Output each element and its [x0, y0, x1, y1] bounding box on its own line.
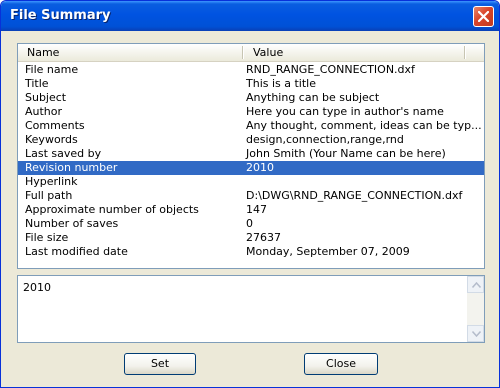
row-name: Comments: [25, 119, 85, 132]
set-button[interactable]: Set: [124, 353, 196, 375]
row-value: 147: [246, 203, 267, 216]
scroll-down-arrow-icon: [472, 331, 481, 337]
row-name: Subject: [25, 91, 67, 104]
dialog-body: Name Value File name RND_RANGE_CONNECTION…: [3, 31, 497, 387]
scroll-up-arrow-icon: [472, 282, 481, 288]
list-row[interactable]: Full path D:\DWG\RND_RANGE_CONNECTION.dxf: [18, 189, 484, 203]
list-row[interactable]: Title This is a title: [18, 77, 484, 91]
column-header-name[interactable]: Name: [27, 46, 59, 60]
list-row[interactable]: Number of saves 0: [18, 217, 484, 231]
window-title: File Summary: [10, 8, 111, 23]
row-value: This is a title: [246, 77, 317, 90]
scroll-down-button[interactable]: [467, 325, 484, 342]
vertical-scrollbar[interactable]: [467, 276, 484, 342]
list-row[interactable]: Hyperlink: [18, 175, 484, 189]
row-name: Title: [25, 77, 49, 90]
row-name: File size: [25, 231, 69, 244]
list-header: Name Value: [18, 44, 484, 62]
row-value: RND_RANGE_CONNECTION.dxf: [246, 63, 415, 76]
title-bar[interactable]: File Summary: [1, 1, 499, 31]
list-row[interactable]: File size 27637: [18, 231, 484, 245]
row-name: Number of saves: [25, 217, 119, 230]
list-row[interactable]: Last modified date Monday, September 07, …: [18, 245, 484, 259]
row-name: Hyperlink: [25, 175, 78, 188]
row-value: John Smith (Your Name can be here): [246, 147, 446, 160]
file-summary-window: File Summary Name Value File name RND_RAN…: [0, 0, 500, 388]
scroll-up-button[interactable]: [467, 276, 484, 293]
summary-list[interactable]: Name Value File name RND_RANGE_CONNECTION…: [17, 43, 485, 269]
row-value: design,connection,range,rnd: [246, 133, 404, 146]
row-name: Revision number: [25, 161, 118, 174]
close-button[interactable]: Close: [304, 353, 378, 375]
list-rows: File name RND_RANGE_CONNECTION.dxf Title Th…: [18, 63, 484, 259]
value-editor-text[interactable]: 2010: [23, 281, 51, 294]
row-value: Monday, September 07, 2009: [246, 245, 410, 258]
list-row[interactable]: Approximate number of objects 147: [18, 203, 484, 217]
list-row[interactable]: Last saved by John Smith (Your Name can b…: [18, 147, 484, 161]
column-separator[interactable]: [464, 46, 466, 59]
column-header-value[interactable]: Value: [253, 46, 283, 60]
row-name: Full path: [25, 189, 73, 202]
value-editor[interactable]: 2010: [17, 275, 485, 343]
row-name: Keywords: [25, 133, 78, 146]
row-value: 2010: [246, 161, 274, 174]
list-row[interactable]: Comments Any thought, comment, ideas can …: [18, 119, 484, 133]
row-value: D:\DWG\RND_RANGE_CONNECTION.dxf: [246, 189, 463, 202]
list-row[interactable]: Author Here you can type in author's name: [18, 105, 484, 119]
row-name: Last modified date: [25, 245, 128, 258]
close-x-icon: [478, 11, 489, 22]
list-row[interactable]: Revision number 2010: [18, 161, 484, 175]
row-value: 0: [246, 217, 253, 230]
column-separator[interactable]: [242, 46, 244, 59]
row-value: Any thought, comment, ideas can be typ..…: [246, 119, 482, 132]
row-name: Approximate number of objects: [25, 203, 199, 216]
row-value: Anything can be subject: [246, 91, 380, 104]
row-name: File name: [25, 63, 79, 76]
row-name: Author: [25, 105, 63, 118]
row-value: Here you can type in author's name: [246, 105, 444, 118]
list-row[interactable]: Keywords design,connection,range,rnd: [18, 133, 484, 147]
row-name: Last saved by: [25, 147, 102, 160]
list-row[interactable]: Subject Anything can be subject: [18, 91, 484, 105]
row-value: 27637: [246, 231, 281, 244]
list-row[interactable]: File name RND_RANGE_CONNECTION.dxf: [18, 63, 484, 77]
close-window-button[interactable]: [473, 6, 494, 27]
